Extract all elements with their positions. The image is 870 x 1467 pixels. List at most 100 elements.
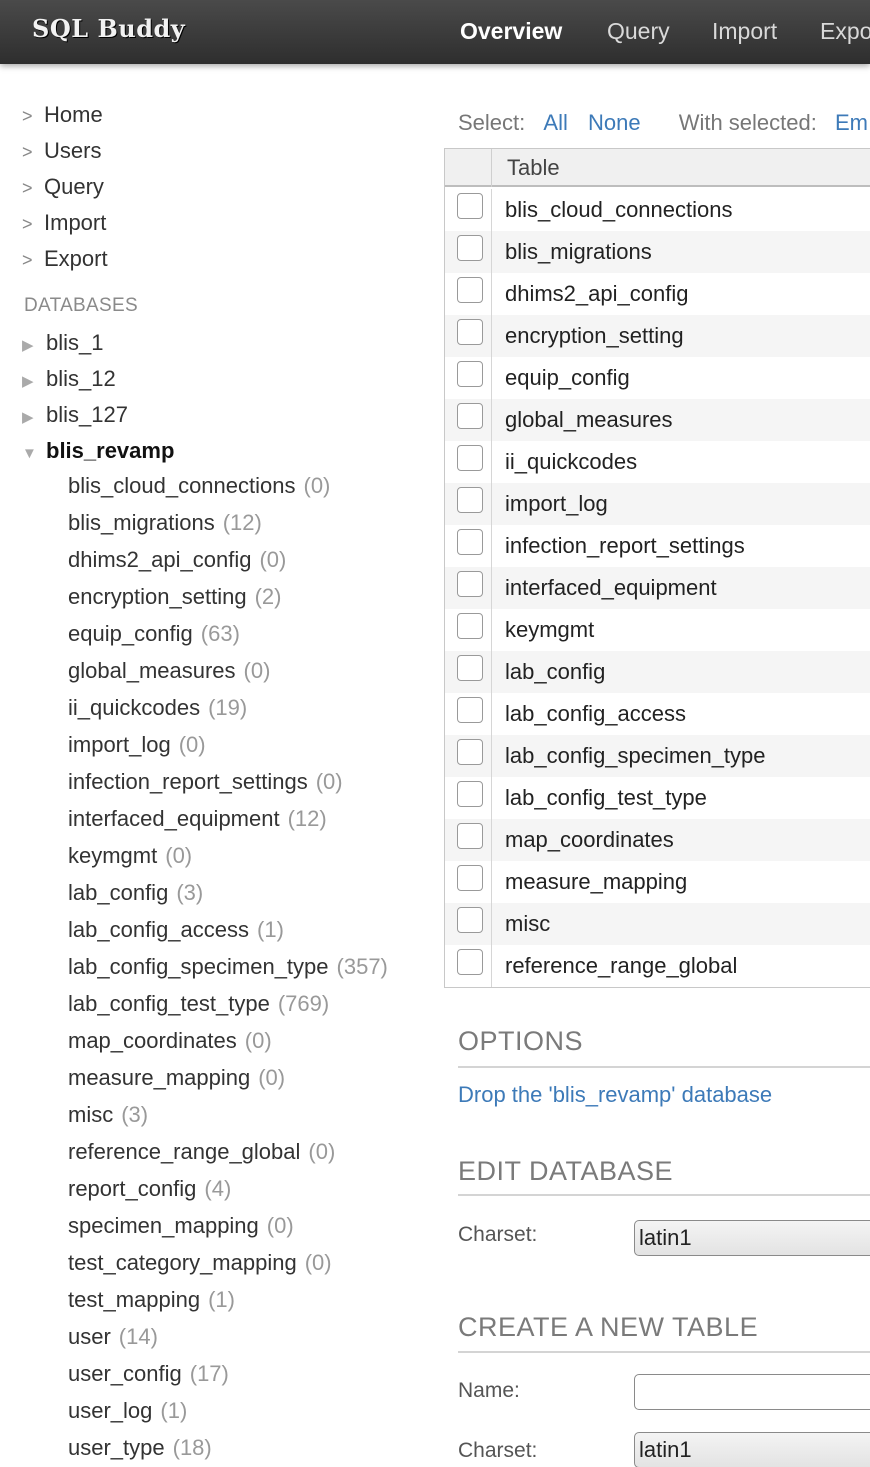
table-name-link[interactable]: blis_migrations — [505, 239, 652, 265]
sidebar-table-item[interactable]: blis_migrations (12) — [68, 510, 262, 536]
database-item[interactable]: ▶ blis_12 — [22, 366, 116, 392]
sidebar-table-item[interactable]: lab_config (3) — [68, 880, 203, 906]
table-name-link[interactable]: blis_cloud_connections — [505, 197, 733, 223]
row-checkbox[interactable] — [457, 697, 483, 723]
row-checkbox[interactable] — [457, 487, 483, 513]
chevron-right-icon: > — [22, 214, 33, 234]
sidebar-table-item[interactable]: user_type (18) — [68, 1435, 212, 1461]
sidebar-table-item[interactable]: ii_quickcodes (19) — [68, 695, 247, 721]
row-checkbox[interactable] — [457, 823, 483, 849]
table-name: specimen_mapping — [68, 1213, 259, 1238]
sidebar-item-users[interactable]: > Users — [22, 138, 101, 164]
sidebar-item-export[interactable]: > Export — [22, 246, 108, 272]
triangle-down-icon[interactable]: ▼ — [22, 445, 46, 462]
database-item[interactable]: ▶ blis_127 — [22, 402, 128, 428]
row-checkbox[interactable] — [457, 865, 483, 891]
row-checkbox[interactable] — [457, 907, 483, 933]
select-none-link[interactable]: None — [588, 110, 641, 135]
sidebar-table-item[interactable]: test_category_mapping (0) — [68, 1250, 332, 1276]
triangle-right-icon[interactable]: ▶ — [22, 372, 46, 390]
sidebar-table-item[interactable]: measure_mapping (0) — [68, 1065, 285, 1091]
row-checkbox[interactable] — [457, 403, 483, 429]
sidebar-table-item[interactable]: misc (3) — [68, 1102, 148, 1128]
table-name-link[interactable]: encryption_setting — [505, 323, 684, 349]
charset-select[interactable]: latin1 — [634, 1220, 870, 1256]
sidebar-table-item[interactable]: keymgmt (0) — [68, 843, 192, 869]
table-name: map_coordinates — [68, 1028, 237, 1053]
sidebar-table-item[interactable]: user_log (1) — [68, 1398, 187, 1424]
chevron-right-icon: > — [22, 250, 33, 270]
drop-database-link[interactable]: Drop the 'blis_revamp' database — [458, 1082, 772, 1108]
row-checkbox[interactable] — [457, 193, 483, 219]
triangle-right-icon[interactable]: ▶ — [22, 336, 46, 354]
nav-query[interactable]: Query — [607, 18, 670, 45]
row-checkbox[interactable] — [457, 361, 483, 387]
row-checkbox[interactable] — [457, 739, 483, 765]
row-checkbox[interactable] — [457, 781, 483, 807]
table-name-link[interactable]: lab_config_specimen_type — [505, 743, 766, 769]
row-checkbox[interactable] — [457, 235, 483, 261]
row-checkbox[interactable] — [457, 613, 483, 639]
row-checkbox[interactable] — [457, 319, 483, 345]
table-name-link[interactable]: misc — [505, 911, 550, 937]
table-name-link[interactable]: interfaced_equipment — [505, 575, 717, 601]
sidebar-table-item[interactable]: report_config (4) — [68, 1176, 231, 1202]
sidebar-table-item[interactable]: lab_config_specimen_type (357) — [68, 954, 388, 980]
sidebar-table-item[interactable]: lab_config_test_type (769) — [68, 991, 329, 1017]
select-all-link[interactable]: All — [543, 110, 567, 135]
table-name-link[interactable]: lab_config — [505, 659, 605, 685]
sidebar-table-item[interactable]: import_log (0) — [68, 732, 206, 758]
table-name-link[interactable]: infection_report_settings — [505, 533, 745, 559]
sidebar-item-query[interactable]: > Query — [22, 174, 104, 200]
database-item[interactable]: ▶ blis_1 — [22, 330, 103, 356]
row-checkbox[interactable] — [457, 529, 483, 555]
sidebar-table-item[interactable]: reference_range_global (0) — [68, 1139, 335, 1165]
table-row: keymgmt — [445, 609, 870, 651]
app-logo[interactable]: SQL Buddy — [32, 14, 185, 43]
sidebar-table-item[interactable]: user_config (17) — [68, 1361, 229, 1387]
tables-grid: Table blis_cloud_connections blis_migrati… — [444, 148, 870, 988]
table-name-input[interactable] — [634, 1374, 870, 1410]
database-item-active[interactable]: ▼ blis_revamp — [22, 438, 174, 464]
table-row: interfaced_equipment — [445, 567, 870, 609]
sidebar-table-item[interactable]: user (14) — [68, 1324, 158, 1350]
table-column-header[interactable]: Table — [507, 155, 560, 181]
row-checkbox[interactable] — [457, 277, 483, 303]
sidebar-table-item[interactable]: blis_cloud_connections (0) — [68, 473, 330, 499]
nav-overview[interactable]: Overview — [460, 18, 562, 45]
create-charset-select[interactable]: latin1 — [634, 1432, 870, 1467]
row-checkbox[interactable] — [457, 949, 483, 975]
row-checkbox[interactable] — [457, 445, 483, 471]
sidebar-item-import[interactable]: > Import — [22, 210, 106, 236]
sidebar-table-item[interactable]: test_mapping (1) — [68, 1287, 235, 1313]
table-name-link[interactable]: dhims2_api_config — [505, 281, 688, 307]
table-name-link[interactable]: measure_mapping — [505, 869, 687, 895]
sidebar-table-item[interactable]: lab_config_access (1) — [68, 917, 284, 943]
triangle-right-icon[interactable]: ▶ — [22, 408, 46, 426]
sidebar-table-item[interactable]: interfaced_equipment (12) — [68, 806, 327, 832]
table-name-link[interactable]: ii_quickcodes — [505, 449, 637, 475]
sidebar-table-item[interactable]: dhims2_api_config (0) — [68, 547, 286, 573]
sidebar-table-item[interactable]: global_measures (0) — [68, 658, 270, 684]
table-name-link[interactable]: reference_range_global — [505, 953, 737, 979]
table-name-link[interactable]: global_measures — [505, 407, 673, 433]
table-name-link[interactable]: lab_config_access — [505, 701, 686, 727]
sidebar: > Home > Users > Query > Import > Export DATA… — [0, 64, 420, 1467]
sidebar-table-item[interactable]: equip_config (63) — [68, 621, 240, 647]
table-row: lab_config — [445, 651, 870, 693]
sidebar-table-item[interactable]: encryption_setting (2) — [68, 584, 281, 610]
sidebar-table-item[interactable]: map_coordinates (0) — [68, 1028, 272, 1054]
table-name-link[interactable]: map_coordinates — [505, 827, 674, 853]
table-name-link[interactable]: keymgmt — [505, 617, 594, 643]
row-checkbox[interactable] — [457, 655, 483, 681]
sidebar-table-item[interactable]: specimen_mapping (0) — [68, 1213, 294, 1239]
empty-selected-link[interactable]: Em — [835, 110, 868, 135]
row-checkbox[interactable] — [457, 571, 483, 597]
nav-import[interactable]: Import — [712, 18, 777, 45]
table-name-link[interactable]: import_log — [505, 491, 608, 517]
sidebar-item-home[interactable]: > Home — [22, 102, 103, 128]
sidebar-table-item[interactable]: infection_report_settings (0) — [68, 769, 343, 795]
nav-export[interactable]: Export — [820, 18, 870, 45]
table-name-link[interactable]: equip_config — [505, 365, 630, 391]
table-name-link[interactable]: lab_config_test_type — [505, 785, 707, 811]
